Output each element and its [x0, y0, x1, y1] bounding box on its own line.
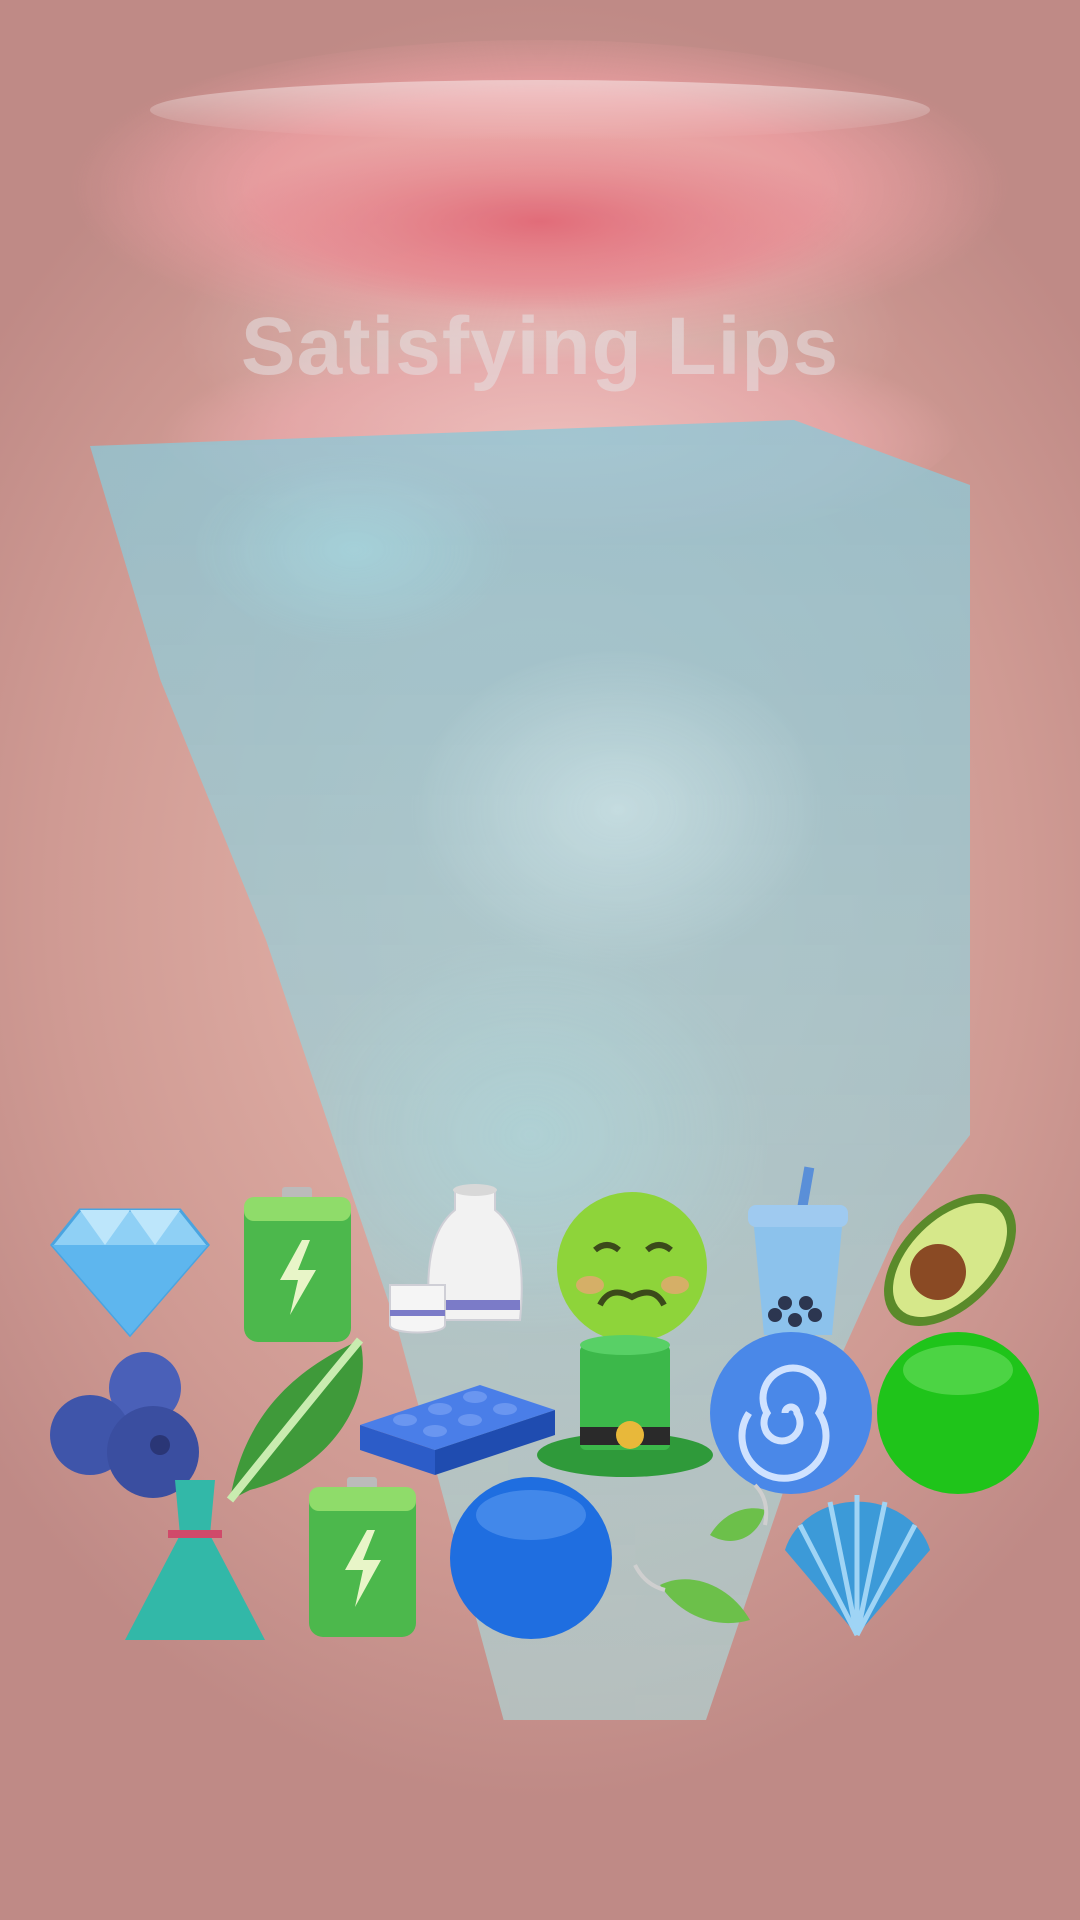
battery-icon [240, 1185, 355, 1345]
battery-icon [305, 1475, 420, 1640]
dress-icon [120, 1475, 270, 1645]
leaf-fluttering-in-wind-icon [620, 1475, 780, 1635]
nauseated-face-icon [555, 1190, 710, 1345]
gem-stone-icon [50, 1200, 210, 1340]
spiral-shell-icon [780, 1490, 935, 1640]
bubble-tea-icon [740, 1165, 855, 1340]
building-block-icon [360, 1365, 555, 1475]
lip-gloss-highlight [150, 80, 930, 140]
green-circle-icon [875, 1330, 1041, 1496]
cyclone-icon [708, 1330, 874, 1496]
top-hat-icon [535, 1335, 715, 1480]
video-frame: Satisfying Lips [0, 0, 1080, 1920]
watermark-text: Satisfying Lips [240, 301, 840, 392]
blue-circle-icon [448, 1475, 614, 1641]
sake-icon [385, 1180, 535, 1340]
avocado-icon [870, 1180, 1030, 1340]
